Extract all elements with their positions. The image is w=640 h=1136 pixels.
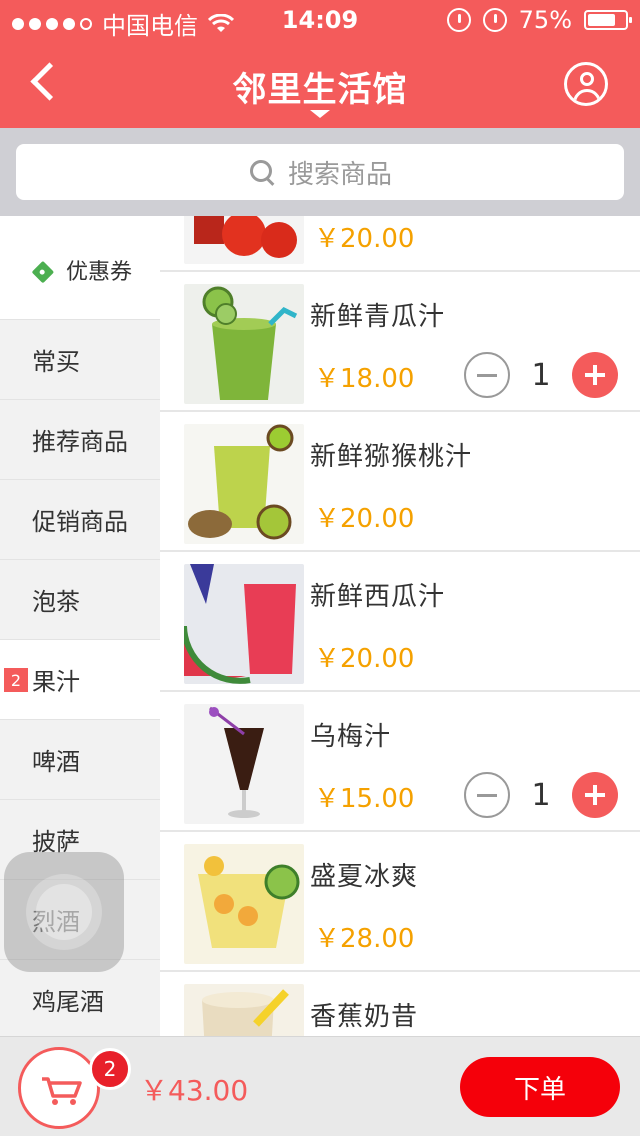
product-price: ￥18.00: [314, 364, 415, 394]
search-bar: 搜索商品: [0, 128, 640, 216]
list-item[interactable]: 香蕉奶昔: [160, 972, 640, 1036]
list-item[interactable]: ￥20.00: [160, 216, 640, 272]
alarm-icon: [482, 8, 507, 32]
decrease-quantity-button[interactable]: [464, 352, 510, 398]
sidebar-item-label: 鸡尾酒: [32, 988, 104, 1016]
product-price: ￥28.00: [314, 924, 415, 954]
sidebar-item-label: 啤酒: [32, 748, 80, 776]
product-price: ￥20.00: [314, 644, 415, 674]
user-icon[interactable]: [564, 62, 608, 106]
sidebar-item-label: 泡茶: [32, 588, 80, 616]
status-right: 75%: [446, 6, 632, 34]
product-image: [184, 216, 304, 264]
category-count-badge: 2: [4, 668, 28, 692]
product-price: ￥15.00: [314, 784, 415, 814]
status-bar: 中国电信 14:09 75%: [0, 0, 640, 40]
app-header: 中国电信 14:09 75% 邻里生活馆: [0, 0, 640, 128]
store-title[interactable]: 邻里生活馆: [170, 62, 470, 111]
battery-icon: [584, 10, 632, 30]
product-image: [184, 564, 304, 684]
product-price: ￥20.00: [314, 224, 415, 254]
quantity-value: 1: [531, 777, 551, 813]
list-item[interactable]: 新鲜西瓜汁 ￥20.00: [160, 552, 640, 692]
assistive-touch-button[interactable]: [4, 852, 124, 972]
product-image: [184, 424, 304, 544]
product-image: [184, 844, 304, 964]
search-icon: [248, 158, 276, 186]
coupon-section: 优惠券: [0, 216, 160, 320]
product-name: 新鲜青瓜汁: [310, 302, 446, 332]
product-name: 乌梅汁: [310, 722, 392, 752]
product-image: [184, 984, 304, 1036]
sidebar-item-changmai[interactable]: 常买: [0, 320, 160, 400]
product-list[interactable]: ￥20.00 新鲜青瓜汁 ￥18.00 1 新鲜猕猴桃汁 ￥20.00 新鲜西瓜…: [160, 216, 640, 1036]
list-item[interactable]: 乌梅汁 ￥15.00 1: [160, 692, 640, 832]
list-item[interactable]: 新鲜青瓜汁 ￥18.00 1: [160, 272, 640, 412]
chevron-down-icon[interactable]: [310, 110, 330, 118]
product-image: [184, 704, 304, 824]
list-item[interactable]: 盛夏冰爽 ￥28.00: [160, 832, 640, 972]
place-order-button[interactable]: 下单: [460, 1057, 620, 1117]
increase-quantity-button[interactable]: [572, 352, 618, 398]
quantity-stepper: 1: [464, 352, 618, 398]
increase-quantity-button[interactable]: [572, 772, 618, 818]
search-placeholder: 搜索商品: [287, 159, 392, 190]
product-name: 新鲜西瓜汁: [310, 582, 446, 612]
battery-percent: 75%: [518, 6, 572, 34]
cart-bar: 2 ￥43.00 下单: [0, 1036, 640, 1136]
coupon-button[interactable]: 优惠券: [16, 248, 146, 292]
product-image: [184, 284, 304, 404]
cart-icon: [42, 1077, 82, 1105]
sidebar-item-promotions[interactable]: 促销商品: [0, 480, 160, 560]
list-item[interactable]: 新鲜猕猴桃汁 ￥20.00: [160, 412, 640, 552]
sidebar-item-beer[interactable]: 啤酒: [0, 720, 160, 800]
product-price: ￥20.00: [314, 504, 415, 534]
sidebar-item-juice[interactable]: 2 果汁: [0, 640, 160, 720]
product-name: 香蕉奶昔: [310, 1002, 419, 1032]
quantity-value: 1: [531, 357, 551, 393]
product-name: 盛夏冰爽: [310, 862, 419, 892]
sidebar-item-label: 常买: [32, 348, 80, 376]
sidebar-item-recommended[interactable]: 推荐商品: [0, 400, 160, 480]
rotation-lock-icon: [446, 8, 471, 32]
cart-count-badge: 2: [89, 1048, 131, 1090]
coupon-label: 优惠券: [66, 260, 133, 285]
tag-icon: [30, 255, 60, 285]
sidebar-item-label: 促销商品: [32, 508, 128, 536]
back-icon[interactable]: [26, 62, 66, 106]
search-input[interactable]: 搜索商品: [16, 144, 624, 200]
cart-total: ￥43.00: [140, 1074, 249, 1107]
sidebar-item-label: 果汁: [32, 668, 80, 696]
sidebar-item-tea[interactable]: 泡茶: [0, 560, 160, 640]
sidebar-item-label: 推荐商品: [32, 428, 128, 456]
decrease-quantity-button[interactable]: [464, 772, 510, 818]
cart-button[interactable]: 2: [18, 1047, 131, 1129]
product-name: 新鲜猕猴桃汁: [310, 442, 473, 472]
quantity-stepper: 1: [464, 772, 618, 818]
